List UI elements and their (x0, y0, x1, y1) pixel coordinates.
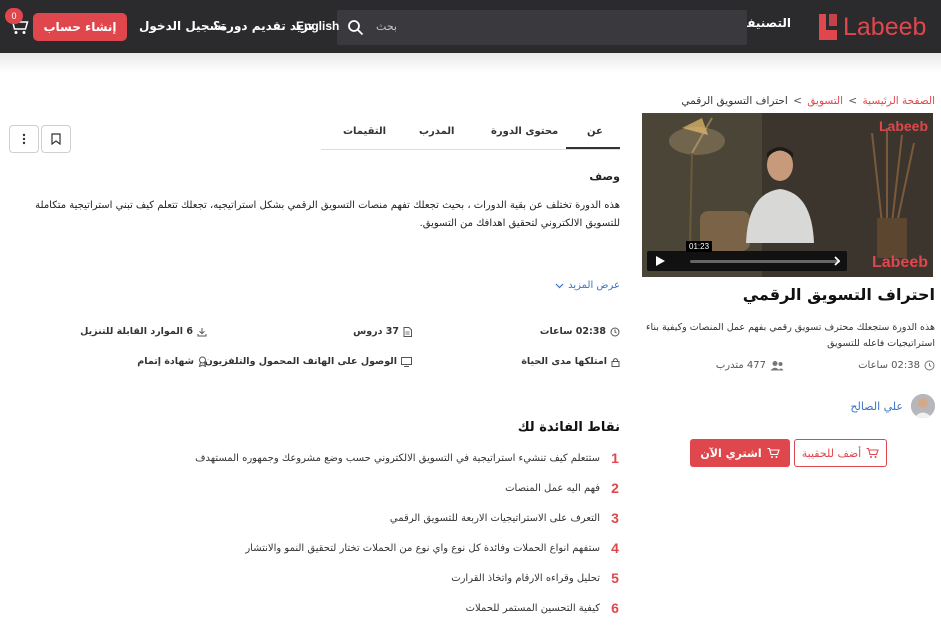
benefit-text: فهم اليه عمل المنصات (505, 482, 600, 494)
buy-now-button[interactable]: اشتري الآن (690, 439, 790, 467)
course-title: احتراف التسويق الرقمي (742, 285, 935, 304)
bookmark-button[interactable] (41, 125, 71, 153)
benefit-text: كيفية التحسين المستمر للحملات (465, 602, 600, 614)
benefit-item: 6 كيفية التحسين المستمر للحملات (466, 600, 620, 616)
feature-certificate-text: شهادة إتمام (137, 356, 194, 367)
top-navbar: Labeeb التصنيفات بحث English تريد تقديم … (0, 0, 941, 53)
add-to-bag-label: أضف للحقيبة (801, 446, 862, 460)
benefit-number: 5 (611, 570, 619, 586)
benefit-number: 3 (611, 510, 619, 526)
play-icon[interactable] (654, 255, 666, 267)
course-trainees: 477 متدرب (716, 360, 784, 371)
benefit-number: 6 (611, 600, 619, 616)
logo-text: Labeeb (843, 13, 927, 41)
active-tab-indicator (566, 147, 620, 149)
login-link[interactable]: تسجيل الدخول (139, 19, 226, 33)
show-more-link[interactable]: عرض المزيد (555, 280, 620, 291)
video-time-tooltip: 01:23 (686, 241, 713, 252)
video-progress-track[interactable] (690, 260, 840, 263)
benefit-number: 2 (611, 480, 619, 496)
course-short-description: هذه الدورة ستجعلك محترف تسويق رقمي بفهم … (646, 322, 935, 349)
breadcrumb-category[interactable]: التسويق (807, 95, 843, 107)
breadcrumb-separator: > (848, 95, 858, 107)
search-placeholder: بحث (376, 20, 397, 33)
header-shadow (0, 53, 941, 73)
lock-icon (611, 357, 620, 367)
tab-course-content[interactable]: محتوى الدورة (491, 126, 558, 137)
benefit-item: 5 تحليل وقراءه الارقام واتخاذ القرارت (451, 570, 620, 586)
clock-icon (924, 360, 935, 371)
signup-button[interactable]: إنشاء حساب (33, 13, 127, 41)
video-watermark-top: Labeeb (878, 118, 928, 134)
feature-resources-text: 6 الموارد القابلة للتنزيل (80, 326, 193, 337)
feature-resources: 6 الموارد القابلة للتنزيل (80, 326, 207, 337)
search-bar[interactable]: بحث (337, 10, 747, 45)
feature-hours: 02:38 ساعات (540, 326, 620, 337)
download-icon (197, 327, 207, 336)
feature-devices: الوصول على الهاتف المحمول والتلفزيون (205, 356, 412, 367)
chevron-down-icon (555, 283, 564, 288)
instructor-name: علي الصالح (850, 399, 903, 413)
monitor-icon (401, 356, 412, 367)
buy-now-label: اشتري الآن (700, 446, 762, 460)
feature-certificate: شهادة إتمام (137, 356, 207, 367)
clock-icon (610, 327, 620, 336)
avatar (911, 394, 935, 418)
feature-lessons: 37 دروس (353, 326, 412, 337)
benefit-number: 4 (611, 540, 619, 556)
add-to-bag-button[interactable]: أضف للحقيبة (794, 439, 887, 467)
users-icon (770, 361, 784, 371)
cart-icon (767, 447, 780, 458)
breadcrumb: الصفحة الرئيسية > التسويق > احتراف التسو… (681, 95, 935, 107)
chevron-right-icon[interactable] (827, 254, 847, 268)
feature-lifetime: امتلكها مدى الحياة (521, 356, 620, 367)
cart-icon (866, 447, 880, 458)
more-options-button[interactable] (9, 125, 39, 153)
award-icon (198, 356, 207, 367)
teach-link[interactable]: تريد تقديم دورة؟ (213, 19, 313, 33)
feature-hours-text: 02:38 ساعات (539, 326, 606, 337)
feature-devices-text: الوصول على الهاتف المحمول والتلفزيون (204, 356, 397, 367)
more-vertical-icon (22, 133, 26, 145)
course-duration: 02:38 ساعات (858, 360, 935, 371)
search-icon[interactable] (347, 19, 364, 36)
description-heading: وصف (589, 170, 620, 183)
benefit-item: 1 ستتعلم كيف تنشيء استراتيجية في التسويق… (195, 450, 620, 466)
video-watermark-bottom: Labeeb (871, 254, 928, 271)
benefit-text: ستفهم انواع الحملات وفائدة كل نوع واي نو… (245, 542, 600, 554)
labeeb-logo[interactable]: Labeeb (817, 11, 927, 43)
benefit-text: ستتعلم كيف تنشيء استراتيجية في التسويق ا… (195, 452, 600, 464)
feature-lifetime-text: امتلكها مدى الحياة (521, 356, 607, 367)
feature-lessons-text: 37 دروس (353, 326, 399, 337)
benefit-item: 3 التعرف على الاستراتيجيات الاربعة للتسو… (390, 510, 620, 526)
tab-about[interactable]: عن (587, 126, 603, 137)
cart-count-badge: 0 (5, 8, 23, 24)
benefit-item: 2 فهم اليه عمل المنصات (505, 480, 620, 496)
course-duration-text: 02:38 ساعات (858, 360, 920, 371)
breadcrumb-separator: > (793, 95, 802, 107)
benefit-item: 4 ستفهم انواع الحملات وفائدة كل نوع واي … (245, 540, 620, 556)
description-text: هذه الدورة تختلف عن بقية الدورات ، بحيث … (35, 200, 620, 229)
course-tabs: عن محتوى الدورة المدرب التقيمات (321, 120, 620, 150)
breadcrumb-home[interactable]: الصفحة الرئيسية (863, 95, 935, 107)
breadcrumb-current: احتراف التسويق الرقمي (681, 95, 788, 107)
benefits-title: نقاط الفائدة لك (517, 420, 620, 435)
instructor-link[interactable]: علي الصالح (850, 394, 935, 418)
course-trainees-text: 477 متدرب (715, 360, 766, 371)
course-preview-video[interactable]: Labeeb Labeeb 01:23 (642, 113, 933, 277)
tab-reviews[interactable]: التقيمات (343, 126, 386, 137)
show-more-label: عرض المزيد (568, 280, 620, 291)
tab-instructor[interactable]: المدرب (419, 126, 454, 137)
logo-mark-icon (819, 14, 837, 40)
avatar-illustration (911, 394, 935, 418)
bookmark-icon (51, 133, 61, 145)
benefit-text: تحليل وقراءه الارقام واتخاذ القرارت (451, 572, 600, 584)
document-icon (403, 326, 412, 337)
benefit-number: 1 (611, 450, 619, 466)
benefit-text: التعرف على الاستراتيجيات الاربعة للتسويق… (389, 512, 600, 524)
